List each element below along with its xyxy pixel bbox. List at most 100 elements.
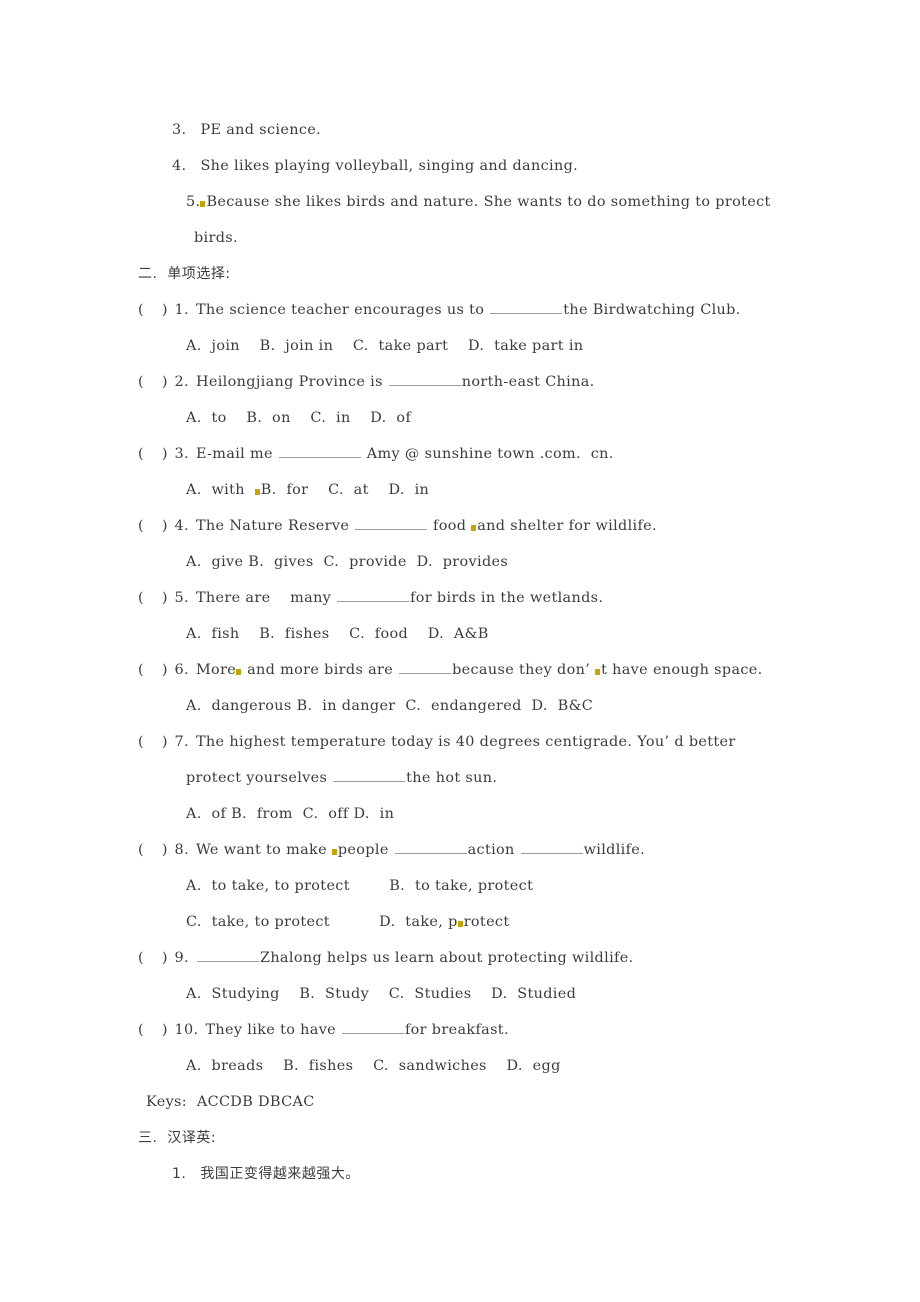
question-6-blank[interactable] [399, 659, 452, 674]
answer-item-4-number: 4. [172, 158, 187, 174]
question-9-answer-bracket[interactable]: ( ) [138, 950, 168, 966]
section-three-heading: 三. 汉译英: [138, 1130, 217, 1146]
question-6-number: 6. [174, 662, 189, 678]
question-1-blank[interactable] [490, 299, 563, 314]
question-5: ( ) 5. There are many for birds in the wet… [138, 580, 788, 616]
grammar-mark-icon [457, 921, 463, 927]
answer-keys: Keys: ACCDB DBCAC [146, 1094, 315, 1110]
question-7: ( ) 7. The highest temperature today is 40… [138, 724, 788, 760]
grammar-mark-icon [200, 201, 206, 207]
question-4-stem-mid: food [428, 518, 472, 534]
question-6-stem-tail: t have enough space. [601, 662, 763, 678]
question-6-stem-post: because they don’ [452, 662, 596, 678]
question-7-continuation: protect yourselves the hot sun. [138, 760, 788, 796]
question-1-number: 1. [174, 302, 189, 318]
question-8-stem-post: action [467, 842, 520, 858]
question-7-blank[interactable] [333, 767, 406, 782]
question-7-options[interactable]: A. of B. from C. off D. in [138, 796, 788, 832]
question-10-options[interactable]: A. breads B. fishes C. sandwiches D. egg [138, 1048, 788, 1084]
question-9-number: 9. [174, 950, 189, 966]
answer-item-5-continuation: birds. [194, 230, 238, 246]
question-6: ( ) 6. More and more birds are because the… [138, 652, 788, 688]
question-10-blank[interactable] [341, 1019, 404, 1034]
question-3-options[interactable]: A. with B. for C. at D. in [138, 472, 788, 508]
question-7-answer-bracket[interactable]: ( ) [138, 734, 168, 750]
question-7-cont-pre: protect yourselves [186, 770, 333, 786]
section-two-heading: 二. 单项选择: [138, 266, 231, 282]
question-3: ( ) 3. E-mail me Amy @ sunshine town .com.… [138, 436, 788, 472]
question-2-stem-post: north-east China. [461, 374, 595, 390]
question-6-stem-mid: and more birds are [242, 662, 399, 678]
document-body: 3. PE and science. 4. She likes playing vo… [138, 112, 788, 1192]
question-4-stem-post: and shelter for wildlife. [477, 518, 657, 534]
question-6-stem-pre: More [195, 662, 237, 678]
answer-item-5-text: Because she likes birds and nature. She … [206, 194, 771, 210]
question-4-options[interactable]: A. give B. gives C. provide D. provides [138, 544, 788, 580]
question-7-cont-post: the hot sun. [406, 770, 498, 786]
question-7-stem-pre: The highest temperature today is 40 degr… [195, 734, 736, 750]
question-6-answer-bracket[interactable]: ( ) [138, 662, 168, 678]
question-9-options[interactable]: A. Studying B. Study C. Studies D. Studi… [138, 976, 788, 1012]
question-10: ( ) 10. They like to have for breakfast. [138, 1012, 788, 1048]
question-3-answer-bracket[interactable]: ( ) [138, 446, 168, 462]
question-2-number: 2. [174, 374, 189, 390]
answer-item-3-number: 3. [172, 122, 187, 138]
translation-item-1-text: 我国正变得越来越强大。 [200, 1166, 360, 1182]
question-8-blank-2[interactable] [520, 839, 583, 854]
question-8-stem-pre: We want to make [195, 842, 332, 858]
question-6-options[interactable]: A. dangerous B. in danger C. endangered … [138, 688, 788, 724]
grammar-mark-icon [254, 489, 260, 495]
document-page: 3. PE and science. 4. She likes playing vo… [0, 0, 920, 1302]
grammar-mark-icon [595, 669, 601, 675]
question-10-stem-post: for breakfast. [404, 1022, 509, 1038]
question-7-number: 7. [174, 734, 189, 750]
question-8-blank-1[interactable] [394, 839, 467, 854]
question-1: ( ) 1. The science teacher encourages us t… [138, 292, 788, 328]
answer-item-4: 4. She likes playing volleyball, singing … [138, 148, 788, 184]
question-2-answer-bracket[interactable]: ( ) [138, 374, 168, 390]
question-2: ( ) 2. Heilongjiang Province is north-east… [138, 364, 788, 400]
question-10-stem-pre: They like to have [205, 1022, 341, 1038]
translation-item-1-number: 1. [172, 1166, 187, 1182]
question-10-answer-bracket[interactable]: ( ) [138, 1022, 168, 1038]
question-1-answer-bracket[interactable]: ( ) [138, 302, 168, 318]
question-8-options-row-2[interactable]: C. take, to protect D. take, p rotect [138, 904, 788, 940]
question-1-options[interactable]: A. join B. join in C. take part D. take … [138, 328, 788, 364]
question-9: ( ) 9. Zhalong helps us learn about protec… [138, 940, 788, 976]
answer-item-5-number: 5. [186, 194, 201, 210]
question-10-number: 10. [174, 1022, 199, 1038]
grammar-mark-icon [236, 669, 242, 675]
question-4-blank[interactable] [355, 515, 428, 530]
question-3-number: 3. [174, 446, 189, 462]
question-8: ( ) 8. We want to make people action wildl… [138, 832, 788, 868]
question-5-blank[interactable] [337, 587, 410, 602]
question-8-stem-mid: people [337, 842, 394, 858]
question-3-options-rest: B. for C. at D. in [260, 482, 430, 498]
question-9-blank[interactable] [196, 947, 259, 962]
question-8-number: 8. [174, 842, 189, 858]
question-3-blank[interactable] [278, 443, 361, 458]
question-1-stem-pre: The science teacher encourages us to [195, 302, 490, 318]
translation-item-1: 1. 我国正变得越来越强大。 [138, 1156, 788, 1192]
question-2-blank[interactable] [388, 371, 461, 386]
question-3-stem-pre: E-mail me [195, 446, 278, 462]
question-1-stem-post: the Birdwatching Club. [563, 302, 741, 318]
answer-item-3: 3. PE and science. [138, 112, 788, 148]
question-3-option-a: A. with [186, 482, 255, 498]
answer-item-3-text: PE and science. [200, 122, 322, 138]
question-3-stem-post: Amy @ sunshine town .com. cn. [361, 446, 614, 462]
question-4-number: 4. [174, 518, 189, 534]
question-8-options-row-2-pre: C. take, to protect D. take, p [186, 914, 458, 930]
answer-item-5: 5. Because she likes birds and nature. Sh… [138, 184, 788, 220]
answer-item-4-text: She likes playing volleyball, singing an… [200, 158, 579, 174]
question-5-options[interactable]: A. fish B. fishes C. food D. A&B [138, 616, 788, 652]
question-8-options-row-1[interactable]: A. to take, to protect B. to take, prote… [138, 868, 788, 904]
question-4-stem-pre: The Nature Reserve [195, 518, 355, 534]
question-4-answer-bracket[interactable]: ( ) [138, 518, 168, 534]
question-5-number: 5. [174, 590, 189, 606]
question-5-stem-pre: There are many [195, 590, 337, 606]
question-8-answer-bracket[interactable]: ( ) [138, 842, 168, 858]
question-2-options[interactable]: A. to B. on C. in D. of [138, 400, 788, 436]
question-5-answer-bracket[interactable]: ( ) [138, 590, 168, 606]
question-5-stem-post: for birds in the wetlands. [410, 590, 604, 606]
